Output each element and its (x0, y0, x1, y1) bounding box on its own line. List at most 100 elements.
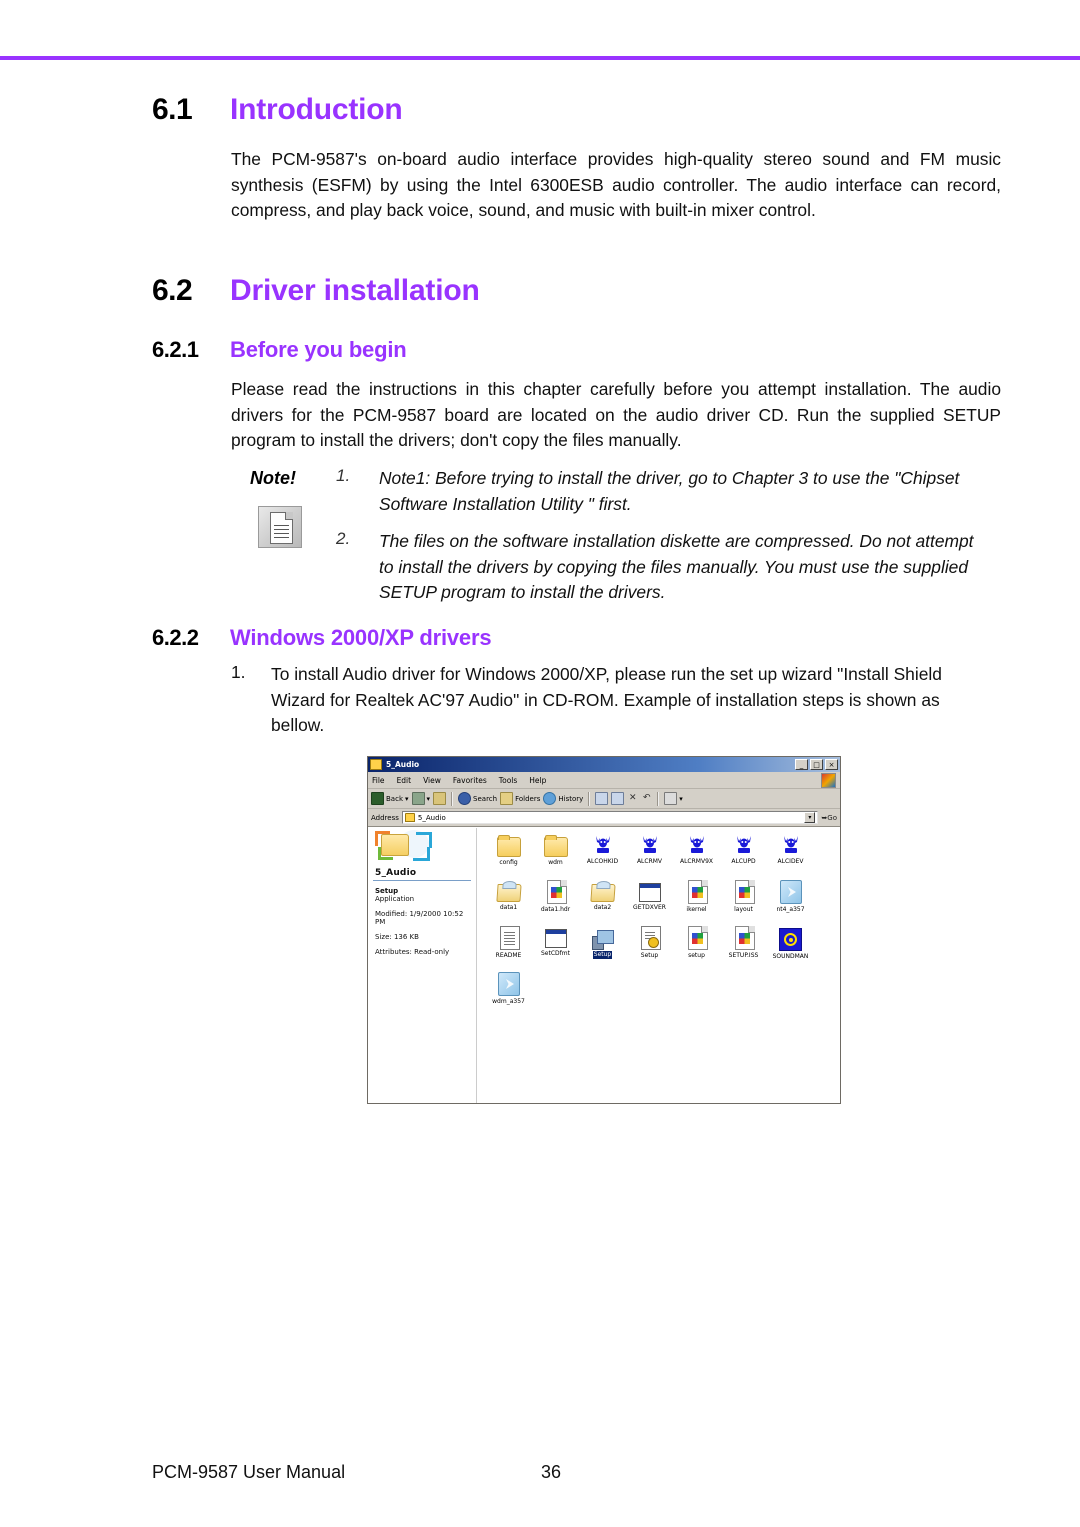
menu-item-view[interactable]: View (423, 776, 441, 785)
note-item: 1. Note1: Before trying to install the d… (336, 466, 991, 517)
toolbar-forward-button[interactable]: ▾ (411, 792, 431, 805)
menu-item-file[interactable]: File (372, 776, 385, 785)
file-item-data1-hdr[interactable]: data1.hdr (532, 880, 579, 926)
left-panel-folder-title: 5_Audio (375, 868, 417, 878)
paragraph-6-1: The PCM-9587's on-board audio interface … (231, 149, 1001, 221)
realtek-deer-icon (780, 834, 802, 856)
window-app-icon (638, 883, 661, 902)
heading-6-2-title: Driver installation (230, 274, 480, 307)
file-item-alcrmv[interactable]: ALCRMV (626, 834, 673, 880)
explorer-body: 5_Audio Setup Application Modified: 1/9/… (368, 827, 840, 1103)
text-document-icon (499, 926, 520, 950)
file-item-ikernel[interactable]: ikernel (673, 880, 720, 926)
folders-icon (500, 792, 514, 805)
left-panel-modified: Modified: 1/9/2000 10:52 PM (375, 910, 464, 926)
file-label: Setup (592, 951, 613, 959)
file-item-setup-lower[interactable]: setup (673, 926, 720, 972)
delete-icon: ✕ (629, 793, 637, 803)
menu-item-tools[interactable]: Tools (499, 776, 517, 785)
file-item-data1[interactable]: data1 (485, 880, 532, 926)
toolbar-copy-to-button[interactable] (611, 792, 625, 805)
toolbar-back-label: Back (386, 794, 403, 803)
file-item-setup-iss[interactable]: SETUP.ISS (720, 926, 767, 972)
toolbar-separator (657, 791, 660, 806)
file-label: ALCOHKID (586, 858, 619, 865)
toolbar-history-button[interactable]: History (543, 792, 583, 805)
go-button[interactable]: ➥Go (821, 814, 837, 822)
file-item-alcrmv9x[interactable]: ALCRMV9X (673, 834, 720, 880)
paper-flag-icon (546, 880, 567, 904)
note-document-icon (258, 506, 302, 548)
explorer-file-list[interactable]: config wdm ALCOHKID ALCRMV ALCRMV9X ALCU… (476, 828, 840, 1103)
forward-arrow-icon (411, 792, 425, 805)
toolbar-back-button[interactable]: Back ▾ (371, 792, 409, 805)
note-item: 2. The files on the software installatio… (336, 529, 991, 606)
file-item-soundman[interactable]: SOUNDMAN (767, 926, 814, 972)
paper-flag-icon (687, 926, 708, 950)
toolbar-undo-button[interactable]: ↶ (641, 793, 652, 804)
file-item-layout[interactable]: layout (720, 880, 767, 926)
toolbar-delete-button[interactable]: ✕ (627, 793, 638, 804)
file-item-alcohkid[interactable]: ALCOHKID (579, 834, 626, 880)
toolbar-search-button[interactable]: Search (458, 792, 497, 805)
footer-page-number: 36 (541, 1462, 562, 1482)
heading-6-2-1: 6.2.1 Before you begin (152, 337, 407, 363)
copy-to-icon (611, 792, 625, 805)
file-item-setup-selected[interactable]: Setup (579, 926, 626, 972)
close-button[interactable]: × (825, 759, 838, 770)
heading-6-2-number: 6.2 (152, 274, 193, 307)
file-item-nt4-a357[interactable]: nt4_a357 (767, 880, 814, 926)
menu-item-edit[interactable]: Edit (397, 776, 412, 785)
file-item-getdxver[interactable]: GETDXVER (626, 880, 673, 926)
folder-icon (543, 835, 568, 857)
file-item-readme[interactable]: README (485, 926, 532, 972)
heading-6-2-1-title: Before you begin (230, 337, 407, 362)
file-item-setcdfmt[interactable]: SetCDfmt (532, 926, 579, 972)
list-item-text: To install Audio driver for Windows 2000… (271, 664, 942, 736)
heading-6-1-number: 6.1 (152, 93, 193, 126)
toolbar-move-to-button[interactable] (595, 792, 609, 805)
toolbar-history-label: History (558, 794, 584, 803)
address-value: 5_Audio (417, 813, 446, 822)
file-label: data1 (499, 904, 518, 911)
maximize-button[interactable]: □ (810, 759, 823, 770)
window-app-icon (544, 929, 567, 948)
heading-6-2: 6.2 Driver installation (152, 274, 480, 308)
minimize-button[interactable]: _ (795, 759, 808, 770)
realtek-deer-icon (639, 834, 661, 856)
file-label: layout (734, 906, 753, 913)
toolbar-up-button[interactable] (433, 792, 447, 805)
paper-flag-icon (734, 926, 755, 950)
file-label: Setup (640, 952, 659, 959)
file-item-setup-config[interactable]: Setup (626, 926, 673, 972)
explorer-menubar: File Edit View Favorites Tools Help (368, 772, 840, 789)
chevron-down-icon[interactable]: ▾ (679, 795, 683, 803)
toolbar-folders-button[interactable]: Folders (500, 792, 540, 805)
toolbar-views-button[interactable]: ▾ (664, 792, 683, 805)
file-item-alcupd[interactable]: ALCUPD (720, 834, 767, 880)
file-label: SETUP.ISS (728, 952, 759, 959)
file-item-wdm-a357[interactable]: wdm_a357 (485, 972, 532, 1018)
heading-6-2-2: 6.2.2 Windows 2000/XP drivers (152, 625, 492, 651)
file-label: ALCUPD (731, 858, 756, 865)
note-item-number: 1. (336, 466, 351, 485)
open-folder-icon (495, 884, 522, 902)
file-item-wdm[interactable]: wdm (532, 834, 579, 880)
left-panel-file-type: Application (375, 895, 415, 903)
address-dropdown-button[interactable]: ▾ (804, 812, 816, 823)
file-label: SOUNDMAN (772, 953, 809, 960)
file-item-alcidev[interactable]: ALCIDEV (767, 834, 814, 880)
file-item-config[interactable]: config (485, 834, 532, 880)
file-label: wdm (548, 859, 563, 866)
file-item-data2[interactable]: data2 (579, 880, 626, 926)
file-label: SetCDfmt (541, 950, 570, 957)
chevron-down-icon[interactable]: ▾ (427, 795, 431, 803)
chevron-down-icon[interactable]: ▾ (405, 795, 409, 803)
menu-item-favorites[interactable]: Favorites (453, 776, 487, 785)
open-folder-icon (589, 884, 616, 902)
soundman-icon (779, 928, 802, 951)
menu-item-help[interactable]: Help (529, 776, 546, 785)
address-input[interactable]: 5_Audio ▾ (401, 811, 819, 824)
folder-icon (404, 813, 415, 822)
file-label: nt4_a357 (776, 906, 805, 913)
